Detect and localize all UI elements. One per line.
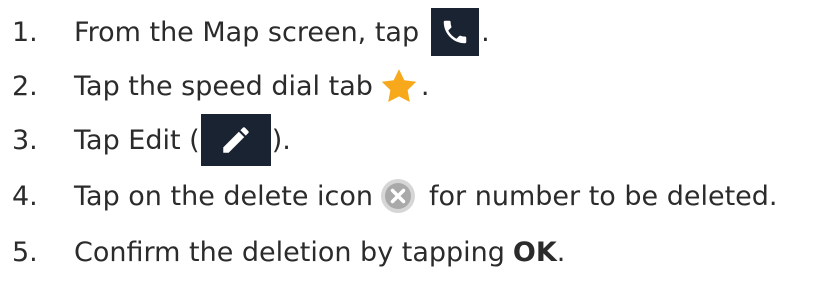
step-number: 4. — [12, 180, 38, 212]
step-body: Confirm the deletion by tapping OK . — [74, 237, 565, 268]
step-number: 3. — [12, 124, 38, 156]
step-text: From the Map screen, tap — [74, 16, 420, 48]
pencil-icon — [200, 114, 271, 166]
step-number: 2. — [12, 70, 38, 102]
step-text: Confirm the deletion by tapping — [74, 236, 505, 268]
delete-icon — [377, 175, 419, 217]
star-icon — [379, 66, 419, 106]
step-number: 1. — [12, 16, 38, 48]
phone-icon — [431, 8, 480, 56]
step-text-after: . — [481, 16, 490, 48]
step-text-after: . — [420, 70, 430, 102]
step-text: Tap the speed dial tab — [74, 70, 373, 102]
step-text: Tap Edit ( — [74, 124, 200, 156]
step-text-after: . — [556, 236, 566, 268]
step-text: Tap on the delete icon — [74, 180, 374, 212]
step-body: Tap Edit ( ). — [74, 114, 291, 166]
instruction-list: 1. From the Map screen, tap . 2. Tap the… — [0, 0, 825, 281]
ok-label: OK — [512, 236, 557, 268]
step-body: Tap on the delete icon for number to be … — [74, 175, 778, 217]
step-text-after: for number to be deleted. — [429, 180, 778, 212]
step-body: From the Map screen, tap . — [74, 8, 490, 56]
step-body: Tap the speed dial tab . — [74, 66, 429, 106]
step-number: 5. — [12, 236, 38, 268]
step-text-after: ). — [271, 124, 291, 156]
